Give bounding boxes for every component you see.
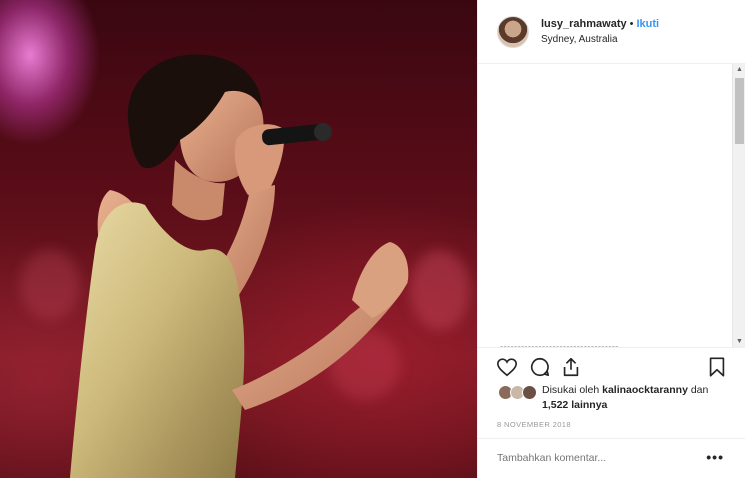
username-link[interactable]: lusy_rahmawaty [541, 18, 627, 30]
singer-figure [70, 54, 409, 478]
comments-scrollbar[interactable]: ▲ ▼ [732, 64, 745, 347]
comment-input[interactable] [497, 452, 687, 464]
follow-button[interactable]: Ikuti [636, 18, 659, 30]
add-comment-bar: ••• [478, 438, 745, 478]
comments-area[interactable]: ▪▪▪▪▪▪▪▪▪▪▪▪▪▪▪▪▪▪▪▪▪▪▪▪▪▪▪▪▪▪▪▪▪▪ ▲ ▼ [478, 64, 745, 348]
avatar[interactable] [497, 15, 529, 48]
likes-count-link[interactable]: 1,522 lainnya [542, 399, 607, 411]
action-bar [496, 356, 728, 380]
scroll-down-arrow-icon[interactable]: ▼ [733, 336, 745, 347]
post-side-panel: lusy_rahmawaty • Ikuti Sydney, Australia ▪… [477, 0, 745, 478]
liker-avatars[interactable] [498, 383, 542, 401]
post-header: lusy_rahmawaty • Ikuti Sydney, Australia [478, 0, 745, 64]
share-icon[interactable] [560, 356, 584, 380]
header-info: lusy_rahmawaty • Ikuti Sydney, Australia [541, 17, 659, 47]
separator-dot: • [629, 17, 634, 30]
comment-icon[interactable] [529, 356, 553, 380]
post-date[interactable]: 8 NOVEMBER 2018 [497, 420, 571, 429]
likes-summary: Disukai oleh kalinaocktaranny dan 1,522 … [498, 383, 733, 413]
likes-text: Disukai oleh kalinaocktaranny dan 1,522 … [542, 383, 708, 413]
location-link[interactable]: Sydney, Australia [541, 32, 659, 47]
likes-prefix: Disukai oleh [542, 384, 600, 396]
header-row: lusy_rahmawaty • Ikuti [541, 17, 659, 32]
bookmark-icon[interactable] [706, 356, 730, 380]
heart-icon[interactable] [496, 356, 520, 380]
more-options-icon[interactable]: ••• [706, 449, 724, 465]
clipped-comment-text: ▪▪▪▪▪▪▪▪▪▪▪▪▪▪▪▪▪▪▪▪▪▪▪▪▪▪▪▪▪▪▪▪▪▪ [500, 342, 619, 347]
scroll-up-arrow-icon[interactable]: ▲ [733, 64, 745, 76]
liker-username-link[interactable]: kalinaocktaranny [602, 384, 688, 396]
likes-conjunction: dan [690, 384, 709, 396]
scroll-thumb[interactable] [735, 78, 744, 144]
liker-avatar[interactable] [522, 385, 537, 400]
post-photo[interactable] [0, 0, 477, 478]
